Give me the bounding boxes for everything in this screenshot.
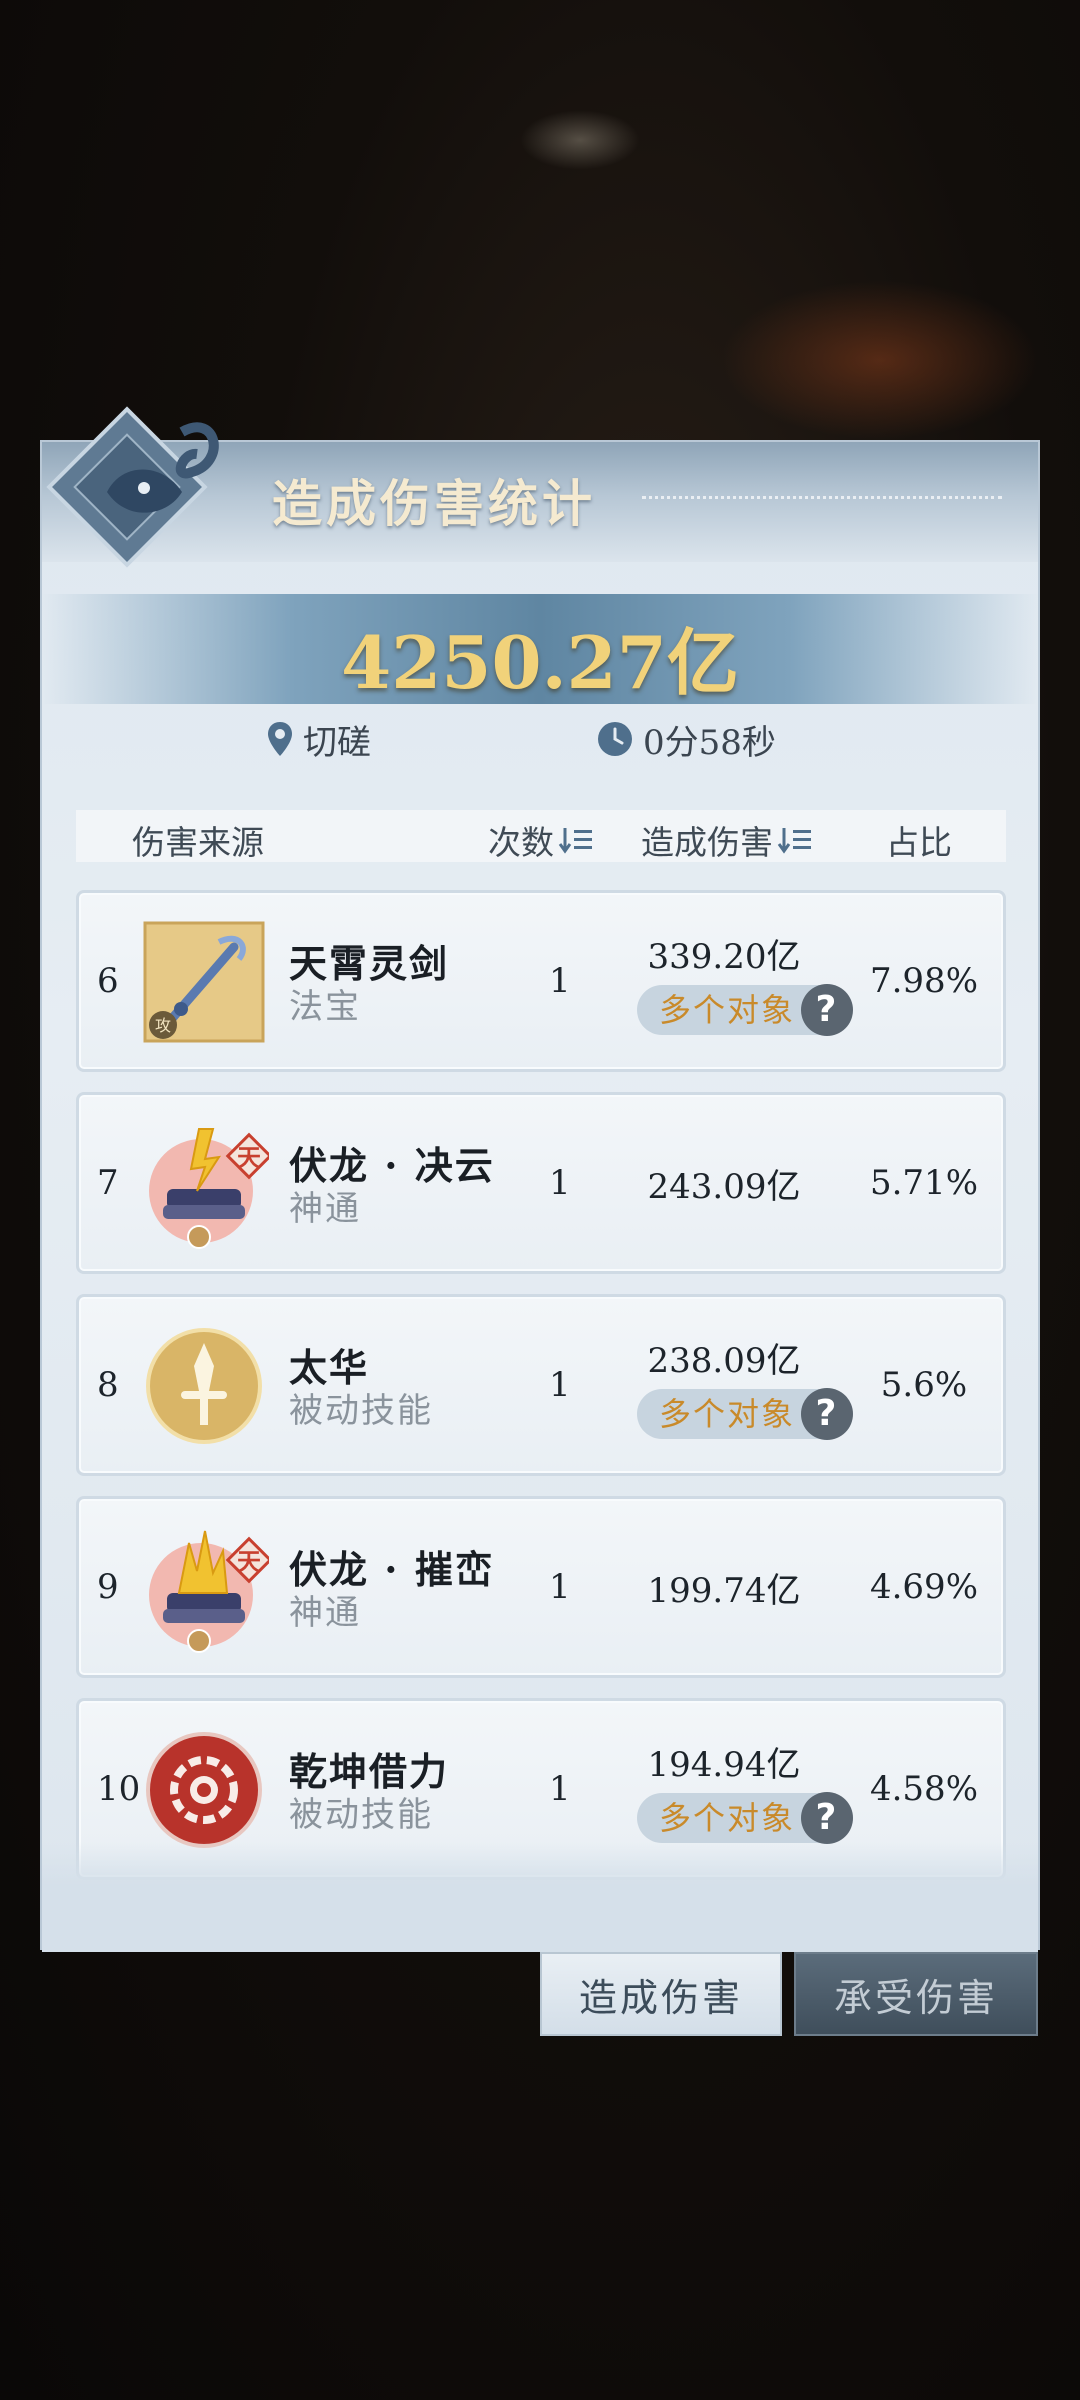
help-icon[interactable]: ? [801,984,853,1036]
row-count: 1 [549,1163,571,1203]
damage-stats-panel: 造成伤害统计 4250.27亿 切磋 0分58秒 伤害来源 次数 造成伤害 占比… [40,406,1040,1952]
heaven-badge: 天 [237,1547,261,1576]
row-rank: 7 [97,1163,119,1203]
tab-deal-damage[interactable]: 造成伤害 [540,1952,782,2036]
location-pin-icon [268,722,292,756]
header-count-sort[interactable]: 次数 [488,816,594,864]
multi-target-button[interactable]: 多个对象 ? [637,1388,853,1440]
header-ratio-label: 占比 [886,823,952,862]
list-item[interactable]: 9 天 伏龙 · 摧峦 神通 1 199.74亿 4.69% [76,1496,1006,1678]
row-type: 被动技能 [289,1391,433,1431]
clock-icon [598,722,632,756]
panel-title: 造成伤害统计 [272,474,596,533]
list-item[interactable]: 6 攻 天霄灵剑 法宝 1 339.20亿 多个对象 ? 7.98% [76,890,1006,1072]
row-ratio: 5.71% [869,1163,978,1203]
gold-sword-emblem-icon [146,1328,262,1444]
row-count: 1 [549,1567,571,1607]
multi-target-label: 多个对象 [659,1799,796,1837]
background-glow [720,280,1040,440]
header-ratio: 占比 [886,816,952,864]
list-item[interactable]: 8 太华 被动技能 1 238.09亿 多个对象 ? 5.6% [76,1294,1006,1476]
row-count: 1 [549,1365,571,1405]
tab-take-damage[interactable]: 承受伤害 [794,1952,1038,2036]
list-item[interactable]: 7 天 伏龙 · 决云 神通 1 243.09亿 5.71% [76,1092,1006,1274]
row-rank: 9 [97,1567,119,1607]
beast-emblem-icon [46,406,219,568]
row-damage: 199.74亿 [647,1570,801,1611]
location-label: 切磋 [303,722,371,763]
row-type: 神通 [289,1593,361,1633]
heaven-badge: 天 [237,1143,261,1172]
total-damage: 4250.27亿 [341,620,739,705]
red-gear-emblem-icon [146,1732,262,1848]
header-divider [642,496,1002,499]
header-damage-sort[interactable]: 造成伤害 [641,816,813,864]
row-count: 1 [549,961,571,1001]
header-source-label: 伤害来源 [132,823,264,862]
help-icon[interactable]: ? [801,1792,853,1844]
row-rank: 6 [97,961,119,1001]
duration-info: 0分58秒 [597,714,776,764]
row-damage: 339.20亿 [647,937,801,977]
panel-footer [42,1842,1038,1952]
row-type: 被动技能 [289,1795,433,1835]
duration-label: 0分58秒 [643,722,776,763]
row-type: 神通 [289,1189,361,1229]
background-glow [520,110,640,170]
scroll-lightning-icon: 天 [149,1128,269,1249]
table-header: 伤害来源 次数 造成伤害 占比 [76,810,1006,862]
header-source: 伤害来源 [132,816,264,864]
multi-target-button[interactable]: 多个对象 ? [637,1792,853,1844]
scroll-flame-icon: 天 [149,1530,269,1653]
help-icon[interactable]: ? [801,1388,853,1440]
header-count-label: 次数 [488,823,554,862]
row-type: 法宝 [289,987,361,1027]
multi-target-button[interactable]: 多个对象 ? [637,984,853,1036]
row-damage: 243.09亿 [647,1166,801,1207]
sort-desc-icon [777,828,811,854]
damage-source-list[interactable]: 6 攻 天霄灵剑 法宝 1 339.20亿 多个对象 ? 7.98% 7 天 伏… [76,884,1006,1899]
row-rank: 8 [97,1365,119,1405]
location-info: 切磋 [267,714,371,764]
multi-target-label: 多个对象 [659,991,796,1029]
multi-target-label: 多个对象 [659,1395,796,1433]
row-ratio: 4.69% [869,1567,978,1607]
row-ratio: 5.6% [880,1365,968,1405]
header-damage-label: 造成伤害 [641,823,773,862]
row-damage: 194.94亿 [647,1745,801,1785]
row-ratio: 7.98% [869,961,978,1001]
sort-desc-icon [558,828,592,854]
sword-treasure-icon: 攻 [143,921,265,1043]
attack-badge: 攻 [155,1016,171,1035]
row-damage: 238.09亿 [647,1341,801,1381]
